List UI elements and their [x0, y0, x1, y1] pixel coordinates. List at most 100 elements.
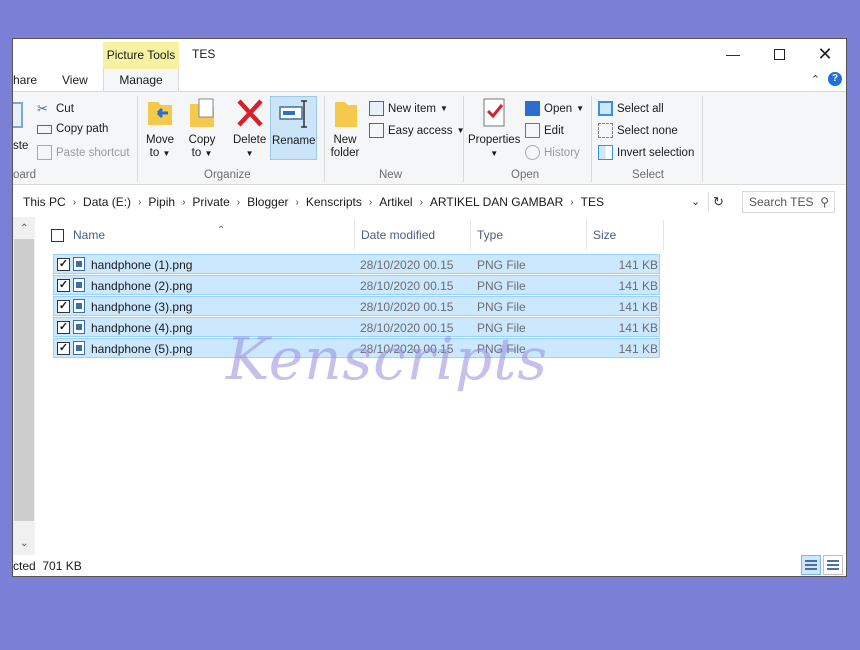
file-type: PNG File	[477, 342, 526, 356]
invert-selection-label: Invert selection	[617, 146, 695, 159]
address-dropdown-icon[interactable]: ⌄	[691, 195, 700, 208]
breadcrumb-item[interactable]: Data (E:)	[83, 195, 131, 209]
details-view-button[interactable]	[801, 555, 821, 575]
breadcrumb-item[interactable]: Blogger	[247, 195, 288, 209]
select-all-icon	[598, 101, 613, 116]
column-name-label: Name	[73, 228, 106, 242]
search-placeholder: Search TES	[749, 195, 814, 209]
easy-access-button[interactable]: Easy access ▼	[369, 123, 464, 138]
file-explorer-window: Picture Tools TES — ✕ hare View Manage ⌃…	[12, 38, 847, 577]
file-date: 28/10/2020 00.15	[360, 279, 454, 293]
new-group-label: New	[379, 169, 403, 181]
edit-button[interactable]: Edit	[525, 123, 564, 138]
select-none-icon	[598, 123, 613, 138]
column-header-size[interactable]: Size	[587, 220, 664, 250]
tab-manage[interactable]: Manage	[103, 69, 179, 91]
rename-button[interactable]: Rename	[270, 96, 318, 160]
paste-shortcut-label: Paste shortcut	[56, 146, 130, 159]
close-icon: ✕	[817, 43, 833, 64]
scroll-up-icon[interactable]: ⌃	[20, 223, 28, 234]
breadcrumb-item[interactable]: TES	[581, 195, 604, 209]
file-row[interactable]: ✓ handphone (4).png 28/10/2020 00.15 PNG…	[53, 317, 660, 337]
properties-button[interactable]: Properties ▼	[468, 96, 520, 160]
paste-label[interactable]: ste	[13, 140, 28, 152]
new-folder-button[interactable]: New folder	[329, 96, 361, 160]
row-checkbox[interactable]: ✓	[57, 300, 70, 313]
column-header-type[interactable]: Type	[471, 220, 587, 250]
invert-selection-button[interactable]: Invert selection	[598, 145, 694, 160]
tab-view[interactable]: View	[62, 73, 88, 87]
row-checkbox[interactable]: ✓	[57, 279, 70, 292]
expand-ribbon-icon[interactable]: ⌃	[811, 73, 820, 86]
breadcrumb-item[interactable]: Pipih	[148, 195, 175, 209]
chevron-right-icon[interactable]: ›	[237, 197, 240, 208]
breadcrumb-item[interactable]: This PC	[23, 195, 66, 209]
chevron-right-icon[interactable]: ›	[369, 197, 372, 208]
new-item-button[interactable]: New item ▼	[369, 101, 448, 116]
breadcrumb-item[interactable]: ARTIKEL DAN GAMBAR	[430, 195, 563, 209]
breadcrumb-item[interactable]: Artikel	[379, 195, 412, 209]
file-type: PNG File	[477, 258, 526, 272]
delete-label: Delete	[233, 134, 267, 146]
maximize-button[interactable]	[756, 39, 802, 69]
file-size: 141 KB	[618, 300, 658, 314]
file-name: handphone (4).png	[91, 321, 193, 335]
delete-button[interactable]: Delete ▼	[233, 96, 266, 160]
file-row[interactable]: ✓ handphone (2).png 28/10/2020 00.15 PNG…	[53, 275, 660, 295]
open-button[interactable]: Open ▼	[525, 101, 584, 116]
file-date: 28/10/2020 00.15	[360, 342, 454, 356]
image-file-icon	[73, 257, 85, 271]
paste-shortcut-button[interactable]: Paste shortcut	[37, 145, 130, 160]
search-input[interactable]: Search TES ⚲	[742, 191, 835, 213]
new-folder-icon	[335, 102, 357, 127]
history-icon	[525, 145, 540, 160]
cut-button[interactable]: ✂ Cut	[37, 101, 74, 116]
copy-to-icon	[190, 98, 214, 127]
select-none-button[interactable]: Select none	[598, 123, 678, 138]
easy-access-icon	[369, 123, 384, 138]
edit-label: Edit	[544, 124, 564, 137]
chevron-right-icon[interactable]: ›	[73, 197, 76, 208]
column-header-name[interactable]: Name ⌃	[67, 220, 355, 250]
navigation-scrollbar[interactable]: ⌃ ⌄	[13, 217, 35, 555]
paste-icon[interactable]	[13, 102, 23, 128]
status-text: cted 701 KB	[13, 559, 82, 573]
file-row[interactable]: ✓ handphone (5).png 28/10/2020 00.15 PNG…	[53, 338, 660, 358]
copy-to-button[interactable]: Copy to ▼	[186, 96, 218, 160]
history-button[interactable]: History	[525, 145, 580, 160]
refresh-icon[interactable]: ↻	[708, 192, 728, 212]
tab-share[interactable]: hare	[13, 73, 37, 87]
help-icon[interactable]: ?	[828, 72, 842, 86]
row-checkbox[interactable]: ✓	[57, 321, 70, 334]
chevron-right-icon[interactable]: ›	[570, 197, 573, 208]
minimize-icon: —	[726, 46, 740, 62]
row-checkbox[interactable]: ✓	[57, 342, 70, 355]
chevron-right-icon[interactable]: ›	[420, 197, 423, 208]
large-icons-view-button[interactable]	[823, 555, 843, 575]
select-all-checkbox[interactable]	[51, 229, 64, 242]
row-checkbox[interactable]: ✓	[57, 258, 70, 271]
breadcrumb-item[interactable]: Private	[192, 195, 229, 209]
minimize-button[interactable]: —	[710, 39, 756, 69]
history-label: History	[544, 146, 580, 159]
file-size: 141 KB	[618, 321, 658, 335]
chevron-right-icon[interactable]: ›	[182, 197, 185, 208]
select-all-label: Select all	[617, 102, 664, 115]
breadcrumb-item[interactable]: Kenscripts	[306, 195, 362, 209]
scrollbar-thumb[interactable]	[14, 239, 34, 521]
file-row[interactable]: ✓ handphone (3).png 28/10/2020 00.15 PNG…	[53, 296, 660, 316]
file-name: handphone (1).png	[91, 258, 193, 272]
column-header-date[interactable]: Date modified	[355, 220, 471, 250]
scroll-down-icon[interactable]: ⌄	[20, 538, 28, 549]
chevron-right-icon[interactable]: ›	[296, 197, 299, 208]
copy-path-button[interactable]: Copy path	[37, 123, 108, 135]
file-date: 28/10/2020 00.15	[360, 300, 454, 314]
file-row[interactable]: ✓ handphone (1).png 28/10/2020 00.15 PNG…	[53, 254, 660, 274]
breadcrumb[interactable]: This PC › Data (E:) › Pipih › Private › Blog…	[23, 190, 604, 214]
move-to-button[interactable]: Move to ▼	[144, 96, 176, 160]
select-all-button[interactable]: Select all	[598, 101, 664, 116]
scissors-icon: ✂	[37, 101, 48, 116]
new-folder-label: New	[333, 134, 357, 146]
chevron-right-icon[interactable]: ›	[138, 197, 141, 208]
close-button[interactable]: ✕	[802, 39, 846, 69]
